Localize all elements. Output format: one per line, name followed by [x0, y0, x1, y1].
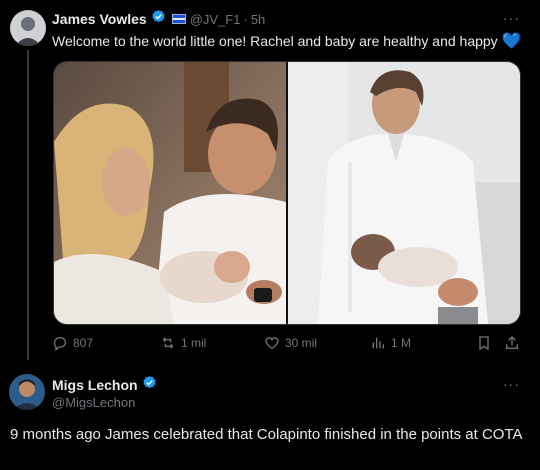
share-button[interactable] [504, 335, 525, 351]
tweet-time[interactable]: 5h [251, 12, 265, 27]
like-button[interactable]: 30 mil [264, 335, 317, 351]
views-count: 1 M [391, 336, 412, 350]
reply-author-handle[interactable]: @MigsLechon [52, 395, 135, 410]
tweet-media[interactable] [53, 61, 521, 325]
bookmark-icon [479, 336, 489, 351]
reply-more-options-icon[interactable]: ··· [503, 376, 520, 392]
reply-button[interactable]: 807 [52, 335, 93, 351]
repost-icon [162, 337, 174, 349]
reply-count: 807 [73, 336, 94, 350]
bookmark-button[interactable] [476, 335, 497, 351]
tweet-actions: 807 1 mil 30 mil 1 M [52, 335, 522, 355]
author-name[interactable]: James Vowles [52, 11, 147, 27]
repost-count: 1 mil [181, 336, 207, 350]
blue-heart-emoji: 💙 [501, 33, 522, 50]
repost-button[interactable]: 1 mil [160, 335, 206, 351]
views-button[interactable]: 1 M [370, 335, 411, 351]
reply-text: 9 months ago James celebrated that Colap… [10, 426, 523, 443]
tweet-text: Welcome to the world little one! Rachel … [52, 32, 522, 51]
separator-dot: · [243, 11, 248, 27]
reply-verified-badge-icon [142, 375, 157, 395]
reply-icon [53, 337, 66, 351]
avatar-migs-lechon[interactable] [9, 374, 45, 410]
reply-author-name[interactable]: Migs Lechon [52, 377, 138, 393]
heart-icon [265, 337, 279, 350]
share-icon [506, 336, 518, 349]
avatar-james-vowles[interactable] [10, 10, 46, 46]
affiliation-flag-icon [171, 14, 186, 24]
like-count: 30 mil [285, 336, 318, 350]
author-handle[interactable]: @JV_F1 [190, 12, 241, 27]
views-chart-icon [372, 337, 384, 349]
photo-left[interactable] [54, 62, 286, 324]
photo-right[interactable] [288, 62, 520, 324]
tweet-text-body: Welcome to the world little one! Rachel … [52, 33, 498, 49]
more-options-icon[interactable]: ··· [503, 10, 520, 26]
verified-badge-icon [151, 9, 166, 29]
thread-line [27, 50, 29, 360]
